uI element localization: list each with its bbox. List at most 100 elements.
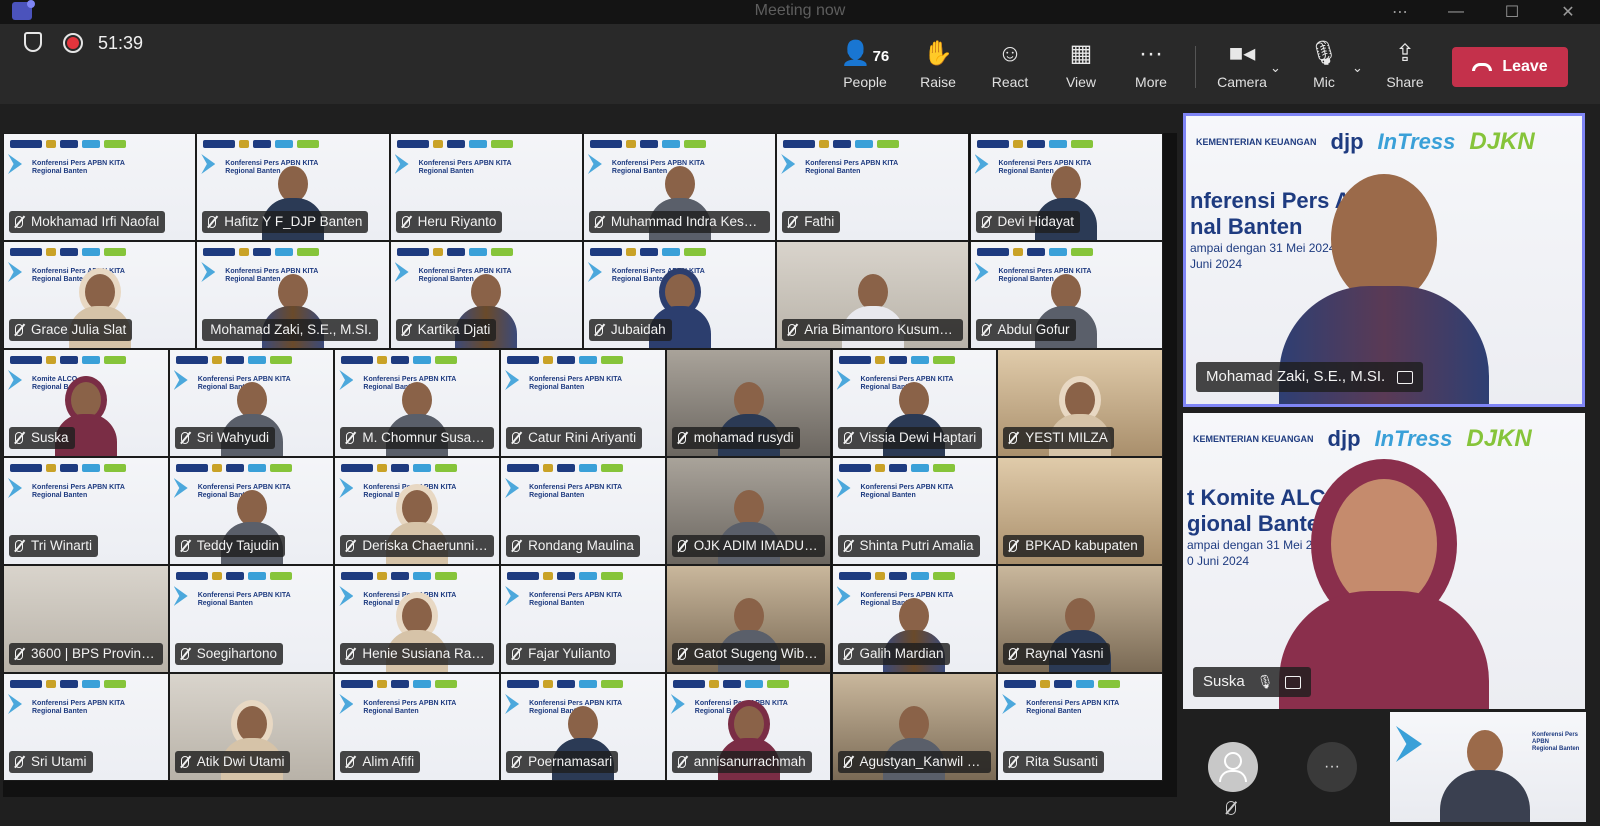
participant-tile[interactable]: Konferensi Pers APBN KITA Regional Banten… — [500, 565, 666, 673]
participant-name: Teddy Tajudin — [174, 535, 285, 557]
mic-muted-icon — [594, 216, 603, 228]
view-label: View — [1065, 74, 1097, 90]
participant-tile[interactable]: Aria Bimantoro Kusuma ... — [776, 241, 970, 349]
participant-name: Agustyan_Kanwil DJ... — [837, 751, 992, 773]
participant-tile[interactable]: Atik Dwi Utami — [168, 673, 335, 781]
window-options-icon[interactable]: ⋯ — [1376, 0, 1424, 24]
avatar-placeholder-icon[interactable] — [1208, 742, 1258, 792]
slide-title: Konferensi Pers APBN KITA Regional Banten — [529, 592, 623, 607]
raise-hand-button[interactable]: ✋ Raise — [903, 38, 973, 98]
slide-title: Konferensi Pers APBN KITA Regional Banten — [529, 484, 623, 499]
spotlight-video-2[interactable]: KEMENTERIAN KEUANGAN djp InTress DJKN t … — [1183, 413, 1585, 709]
butterfly-logo — [201, 154, 216, 174]
participant-tile[interactable]: Konferensi Pers APBN KITA Regional Banten… — [500, 673, 666, 781]
participant-tile[interactable]: Konferensi Pers APBN KITA Regional Banten… — [389, 241, 583, 349]
leave-button[interactable]: Leave — [1452, 47, 1568, 87]
participant-tile[interactable]: BPKAD kabupaten — [997, 457, 1163, 565]
slide-title: Konferensi Pers APBN KITA Regional Banten — [529, 376, 623, 391]
slide-logos — [10, 678, 164, 690]
participant-tile[interactable]: Konferensi Pers APBN KITA Regional Banten… — [776, 133, 970, 241]
slide-logos — [507, 570, 661, 582]
participant-tile[interactable]: Gatot Sugeng Wibo... — [665, 565, 832, 673]
participant-tile[interactable]: Konferensi Pers APBN KITA Regional Banten… — [582, 241, 777, 349]
participant-tile[interactable]: Konferensi Pers APBN KITA Regional Banten… — [969, 241, 1163, 349]
slide-logos — [175, 462, 330, 474]
more-button[interactable]: ··· More — [1116, 38, 1186, 98]
meeting-timer: 51:39 — [98, 33, 144, 53]
participant-tile[interactable]: Raynal Yasni — [997, 565, 1163, 673]
participant-name: OJK ADIM IMADUD... — [671, 535, 826, 557]
participant-tile[interactable]: YESTI MILZA — [997, 349, 1163, 457]
participant-tile[interactable]: Agustyan_Kanwil DJ... — [831, 673, 998, 781]
mic-muted-icon — [208, 216, 217, 228]
participant-tile[interactable]: Konferensi Pers APBN KITA Regional Banten… — [3, 133, 197, 241]
butterfly-logo — [8, 370, 22, 390]
participant-tile[interactable]: 3600 | BPS Provinsi ... — [3, 565, 169, 673]
view-button[interactable]: ▦ View — [1046, 38, 1116, 98]
react-button[interactable]: ☺ React — [975, 38, 1045, 98]
slide-title: Konferensi Pers APBN KITA Regional Banten — [197, 592, 291, 607]
participant-tile[interactable]: Konferensi Pers APBN KITA Regional Banten… — [168, 457, 335, 565]
participant-tile[interactable]: Konferensi Pers APBN KITA Regional Banten… — [334, 349, 501, 457]
mic-muted-icon — [512, 756, 521, 768]
camera-options-chevron-icon[interactable]: ⌄ — [1270, 60, 1281, 76]
recording-icon[interactable] — [63, 33, 83, 53]
participant-tile[interactable]: Konferensi Pers APBN KITA Regional Banten… — [389, 133, 583, 241]
raise-label: Raise — [920, 74, 956, 90]
mic-button[interactable]: 🎙 Mic — [1289, 38, 1359, 98]
maximize-icon[interactable]: ☐ — [1488, 0, 1536, 24]
butterfly-logo — [339, 586, 354, 606]
participant-name: 3600 | BPS Provinsi ... — [9, 643, 163, 665]
participant-tile[interactable]: Konferensi Pers APBN KITA Regional Banten… — [168, 565, 335, 673]
camera-button[interactable]: ■◂ Camera — [1207, 38, 1277, 98]
participant-tile[interactable]: Konferensi Pers APBN KITA Regional Banten… — [831, 457, 998, 565]
self-view-video[interactable]: Konferensi Pers APBN Regional Banten — [1390, 712, 1586, 822]
participant-tile[interactable]: Konferensi Pers APBN KITA Regional Banten… — [334, 457, 501, 565]
slide-logos — [589, 138, 771, 150]
participant-name: Sri Utami — [9, 751, 93, 773]
butterfly-logo — [974, 154, 989, 174]
participant-tile[interactable]: OJK ADIM IMADUD... — [665, 457, 832, 565]
participant-tile[interactable]: Konferensi Pers APBN KITA Regional Banten… — [500, 457, 666, 565]
share-button[interactable]: ⇪ Share — [1370, 38, 1440, 98]
butterfly-logo — [836, 478, 851, 498]
close-icon[interactable]: ✕ — [1544, 0, 1592, 24]
participant-name: Catur Rini Ariyanti — [506, 427, 643, 449]
participant-tile[interactable]: Konferensi Pers APBN KITA Regional Banten… — [582, 133, 777, 241]
participant-tile[interactable]: Konferensi Pers APBN KITA Regional Banten… — [3, 457, 169, 565]
mic-muted-icon: 🎙 — [1256, 674, 1274, 689]
participant-tile[interactable]: Konferensi Pers APBN KITA Regional Banten… — [196, 241, 390, 349]
participant-tile[interactable]: Konferensi Pers APBN KITA Regional Banten… — [3, 241, 197, 349]
participant-tile[interactable]: Konferensi Pers APBN KITA Regional Banten… — [500, 349, 666, 457]
butterfly-logo — [505, 370, 520, 390]
minimize-icon[interactable]: — — [1432, 0, 1480, 24]
participant-tile[interactable]: mohamad rusydi — [665, 349, 832, 457]
participant-tile[interactable]: Konferensi Pers APBN KITA Regional Banten… — [997, 673, 1163, 781]
slide-brand-row: KEMENTERIAN KEUANGAN djp InTress DJKN — [1193, 425, 1575, 453]
participant-tile[interactable]: Konferensi Pers APBN KITA Regional Banten… — [665, 673, 832, 781]
participant-name: Grace Julia Slat — [9, 319, 133, 341]
mic-muted-icon — [180, 432, 189, 444]
participant-tile[interactable]: Konferensi Pers APBN KITA Regional Banten… — [969, 133, 1163, 241]
participant-tile[interactable]: Konferensi Pers APBN KITA Regional Banten… — [334, 565, 501, 673]
people-button[interactable]: 👤 76 People — [830, 38, 900, 98]
participant-tile[interactable]: Konferensi Pers APBN KITA Regional Banten… — [831, 565, 998, 673]
slide-title: Konferensi Pers APBN KITA Regional Banten — [805, 160, 899, 175]
spotlight-video-1[interactable]: KEMENTERIAN KEUANGAN djp InTress DJKN nf… — [1183, 113, 1585, 407]
participant-tile[interactable]: Konferensi Pers APBN KITA Regional Banten… — [831, 349, 998, 457]
participant-tile[interactable]: Konferensi Pers APBN KITA Regional Banten… — [168, 349, 335, 457]
shield-icon[interactable] — [24, 32, 42, 52]
participant-tile[interactable]: Konferensi Pers APBN KITA Regional Banten… — [196, 133, 390, 241]
mic-options-chevron-icon[interactable]: ⌄ — [1352, 60, 1363, 76]
participant-name: annisanurrachmah — [671, 751, 812, 773]
mic-muted-icon — [180, 648, 189, 660]
window-title: Meeting now — [754, 2, 846, 19]
participant-tile[interactable]: Konferensi Pers APBN KITA Regional Banten… — [334, 673, 501, 781]
mic-muted-icon — [512, 648, 521, 660]
more-participants-button[interactable]: ··· — [1307, 742, 1357, 792]
participant-name: Kartika Djati — [395, 319, 497, 341]
participant-tile[interactable]: Komite ALCO Regional Banten Suska — [3, 349, 169, 457]
participant-tile[interactable]: Konferensi Pers APBN KITA Regional Banten… — [3, 673, 169, 781]
mic-label: Mic — [1313, 74, 1335, 90]
slide-title: Konferensi Pers APBN KITA Regional Banten — [32, 700, 125, 715]
